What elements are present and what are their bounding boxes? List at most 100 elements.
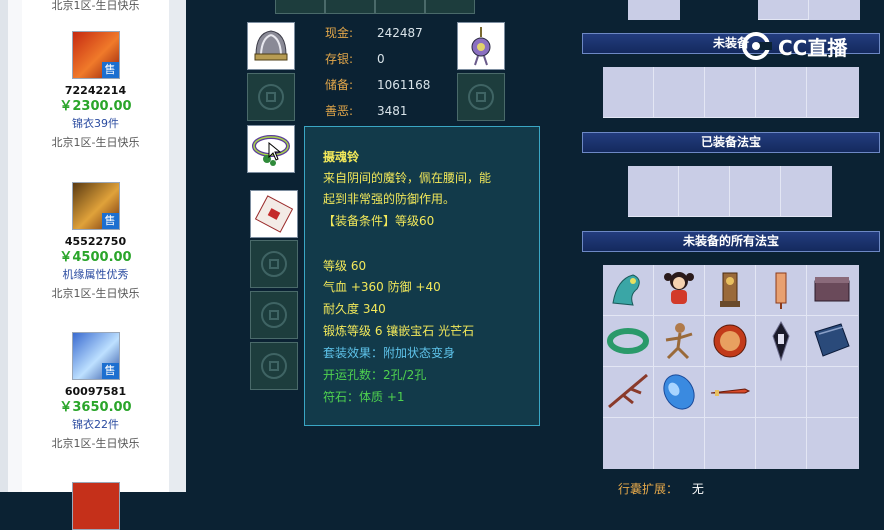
treasure-cell[interactable] — [628, 166, 679, 217]
slot-empty[interactable] — [250, 291, 298, 339]
treasure-cell[interactable] — [654, 367, 705, 418]
black-talisman-icon — [772, 320, 790, 362]
jade-ring-icon — [607, 328, 649, 354]
necklace-icon — [471, 27, 491, 66]
tooltip-holes: 开运孔数：2孔/2孔 — [323, 368, 427, 382]
treasure-cell[interactable] — [654, 418, 705, 469]
equipment-slot-belt[interactable] — [247, 125, 295, 173]
stat-karma: 善恶: 3481 — [325, 104, 408, 118]
sell-badge: 售 — [101, 363, 119, 379]
panel-edge — [0, 0, 8, 492]
listing-desc[interactable]: 机缘属性优秀 — [22, 267, 169, 283]
tooltip-requirement: 【装备条件】等级60 — [323, 214, 435, 228]
seal-totem-icon — [720, 272, 740, 307]
treasure-cell[interactable] — [603, 265, 654, 316]
treasure-cell[interactable] — [603, 418, 654, 469]
equipped-treasure-grid — [628, 166, 832, 217]
section-header-all-treasures: 未装备的所有法宝 — [582, 231, 880, 252]
treasure-cell[interactable] — [756, 418, 807, 469]
section-header-equipped-treasures: 已装备法宝 — [582, 132, 880, 153]
treasure-cell[interactable] — [807, 316, 858, 367]
listing-item[interactable]: 北京1区-生日快乐 — [22, 0, 169, 15]
all-treasure-grid — [603, 265, 859, 469]
slot-empty[interactable] — [325, 0, 375, 14]
slot-empty[interactable] — [375, 0, 425, 14]
treasure-cell[interactable] — [603, 316, 654, 367]
listing-server: 北京1区-生日快乐 — [51, 0, 140, 12]
character-avatar[interactable]: 售 — [71, 31, 120, 79]
treasure-chest-icon — [814, 277, 850, 302]
listing-id: 45522750 — [64, 235, 127, 248]
listing-server: 北京1区-生日快乐 — [51, 287, 140, 300]
slot-empty[interactable] — [250, 240, 298, 288]
treasure-cell[interactable] — [807, 265, 858, 316]
doll-icon — [664, 272, 694, 304]
dragon-statue-icon — [612, 274, 640, 306]
treasure-cell[interactable] — [756, 367, 807, 418]
treasure-cell[interactable] — [807, 418, 858, 469]
listing-item[interactable]: 售 45522750 ￥4500.00 机缘属性优秀 北京1区-生日快乐 — [22, 182, 169, 303]
inventory-cell[interactable] — [654, 67, 705, 118]
cc-logo-icon — [742, 32, 772, 60]
tooltip-level: 等级 60 — [323, 259, 367, 273]
equipment-slot-necklace[interactable] — [457, 22, 505, 70]
listing-server: 北京1区-生日快乐 — [51, 136, 140, 149]
slot-empty[interactable] — [457, 73, 505, 121]
treasure-cell[interactable] — [603, 367, 654, 418]
tooltip-desc-line: 起到非常强的防御作用。 — [323, 192, 456, 206]
treasure-cell[interactable] — [654, 316, 705, 367]
book-icon — [814, 323, 850, 357]
inventory-cell[interactable] — [756, 67, 807, 118]
listing-item[interactable]: 售 72242214 ￥2300.00 锦衣39件 北京1区-生日快乐 — [22, 31, 169, 152]
treasure-cell[interactable] — [705, 418, 756, 469]
mouse-cursor-icon — [268, 142, 282, 161]
listing-desc[interactable]: 锦衣39件 — [22, 116, 169, 132]
inventory-cell[interactable] — [705, 67, 756, 118]
character-avatar[interactable]: 售 — [71, 182, 120, 230]
scroll-card-icon — [254, 195, 294, 233]
inventory-cell[interactable] — [807, 67, 858, 118]
equipment-slot-scroll[interactable] — [250, 190, 298, 238]
crystal-stone-icon — [663, 374, 695, 410]
panel-scrollbar[interactable] — [169, 0, 186, 492]
slot-empty[interactable] — [250, 342, 298, 390]
item-tooltip: 摄魂铃 来自阴间的魔铃，佩在腰间，能 起到非常强的防御作用。 【装备条件】等级6… — [304, 126, 540, 426]
slot-empty[interactable] — [275, 0, 325, 14]
banner-scroll-icon — [775, 272, 787, 309]
equipment-slot-helmet[interactable] — [247, 22, 295, 70]
treasure-cell[interactable] — [705, 265, 756, 316]
bag-expansion-label: 行囊扩展： — [618, 482, 679, 496]
unequipped-grid — [603, 67, 859, 118]
tooltip-rune: 符石：体质 +1 — [323, 390, 405, 404]
wooden-puppet-icon — [665, 323, 693, 360]
treasure-cell[interactable] — [756, 316, 807, 367]
treasure-cell[interactable] — [679, 166, 730, 217]
listing-id: 60097581 — [64, 385, 127, 398]
treasure-cell[interactable] — [654, 265, 705, 316]
inventory-grid-top — [758, 0, 860, 20]
listing-server: 北京1区-生日快乐 — [51, 437, 140, 450]
inventory-cell[interactable] — [603, 67, 654, 118]
listing-price: ￥3650.00 — [59, 400, 132, 415]
panel-edge — [8, 0, 22, 492]
character-avatar[interactable] — [71, 482, 120, 530]
listing-item[interactable]: 售 60097581 ￥3650.00 锦衣22件 北京1区-生日快乐 — [22, 332, 169, 453]
treasure-cell[interactable] — [756, 265, 807, 316]
slot-empty[interactable] — [247, 73, 295, 121]
treasure-cell[interactable] — [705, 367, 756, 418]
helmet-icon — [254, 30, 288, 61]
treasure-cell[interactable] — [730, 166, 781, 217]
watermark: CC直播 — [740, 30, 847, 62]
listing-item[interactable] — [22, 482, 169, 530]
stat-reserve: 储备: 1061168 — [325, 78, 431, 92]
treasure-cell[interactable] — [781, 166, 832, 217]
treasure-cell[interactable] — [705, 316, 756, 367]
stat-cash: 现金: 242487 — [325, 26, 423, 40]
drum-icon — [713, 324, 747, 358]
character-avatar[interactable]: 售 — [71, 332, 120, 380]
treasure-cell[interactable] — [807, 367, 858, 418]
listing-desc[interactable]: 锦衣22件 — [22, 417, 169, 433]
tooltip-item-name: 摄魂铃 — [323, 150, 360, 164]
slot-empty[interactable] — [425, 0, 475, 14]
listing-id: 72242214 — [64, 84, 127, 97]
